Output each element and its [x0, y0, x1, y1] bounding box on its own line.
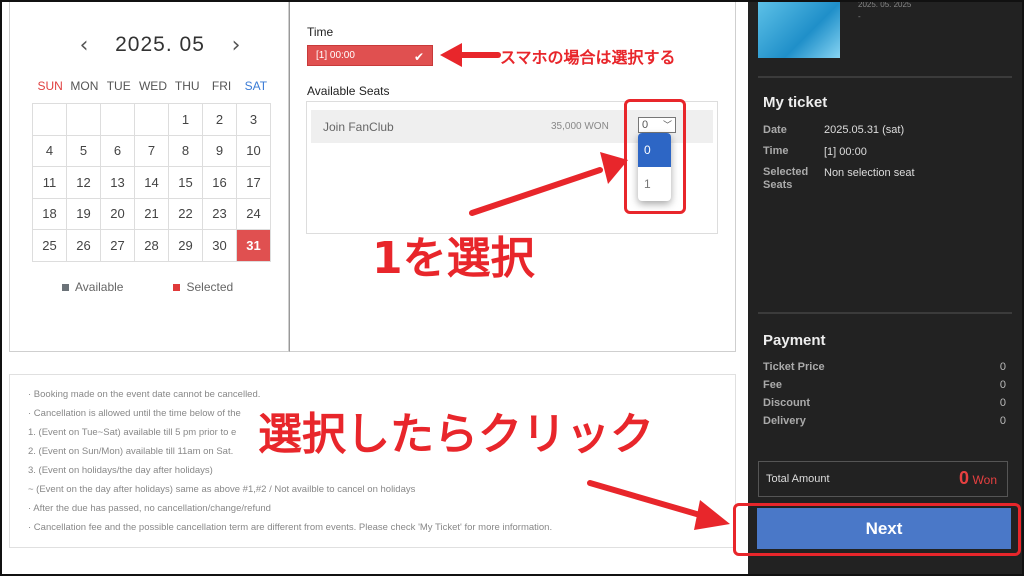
select-one-text: 1を選択 [372, 233, 535, 284]
annotation-arrows [440, 43, 730, 530]
dropdown-highlight [624, 99, 686, 214]
arrow-to-next [587, 480, 703, 518]
arrowhead-next [694, 500, 730, 530]
arrowhead-time [440, 43, 462, 67]
phone-note-text: スマホの場合は選択する [500, 48, 676, 67]
arrow-to-dropdown [469, 167, 603, 216]
click-after-text: 選択したらクリック [258, 409, 654, 460]
next-highlight [733, 503, 1021, 556]
